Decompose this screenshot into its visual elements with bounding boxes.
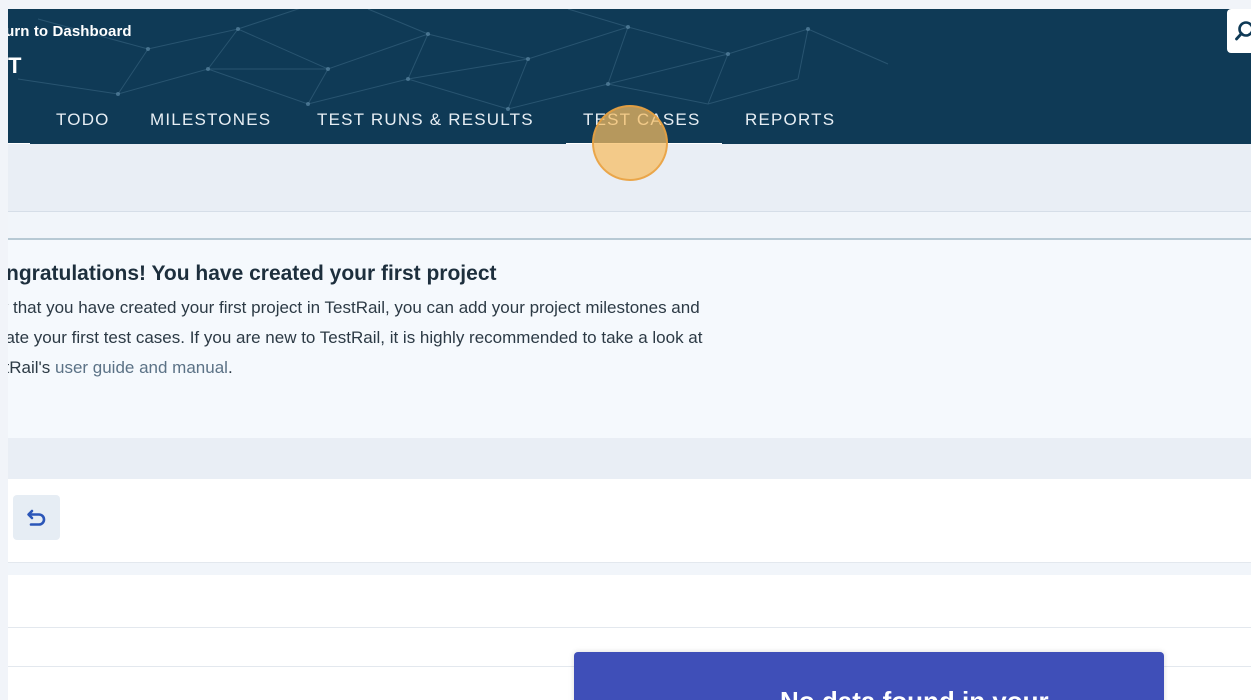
tab-test-cases[interactable]: TEST CASES [566, 101, 722, 144]
no-data-message: No data found in your [780, 686, 1049, 700]
section-gap-2 [8, 563, 1251, 575]
no-data-panel: No data found in your [574, 652, 1164, 700]
tab-overview[interactable]: / [8, 101, 32, 144]
welcome-notice: ngratulations! You have created your fir… [8, 238, 1251, 440]
tab-milestones[interactable]: MILESTONES [150, 101, 271, 144]
notice-line-2: eate your first test cases. If you are n… [8, 328, 703, 347]
section-gap [8, 212, 1251, 238]
tab-reports[interactable]: REPORTS [745, 101, 835, 144]
project-title: T [8, 53, 22, 78]
section-band [8, 438, 1251, 479]
return-to-dashboard-link[interactable]: turn to Dashboard [8, 23, 132, 40]
notice-body: w that you have created your first proje… [8, 293, 836, 383]
content-row [8, 575, 1251, 628]
notice-line-1: w that you have created your first proje… [8, 298, 700, 317]
notice-line-3-prefix: stRail's [8, 358, 51, 377]
user-guide-link[interactable]: user guide and manual [55, 358, 228, 377]
tab-test-runs-results[interactable]: TEST RUNS & RESULTS [317, 101, 534, 144]
search-icon [1235, 21, 1251, 41]
subheader-band [8, 144, 1251, 212]
notice-line-3-suffix: . [227, 358, 233, 377]
page: turn to Dashboard T / TODO MILESTONES TE… [8, 9, 1251, 700]
undo-icon [26, 509, 45, 526]
project-header: turn to Dashboard T / TODO MILESTONES TE… [8, 9, 1251, 144]
toolbar [8, 479, 1251, 563]
tab-test-cases-label: TEST CASES [583, 110, 701, 129]
notice-title: ngratulations! You have created your fir… [8, 262, 497, 285]
search-button[interactable] [1227, 9, 1251, 53]
undo-button[interactable] [13, 495, 60, 540]
tab-todo[interactable]: TODO [56, 101, 110, 144]
